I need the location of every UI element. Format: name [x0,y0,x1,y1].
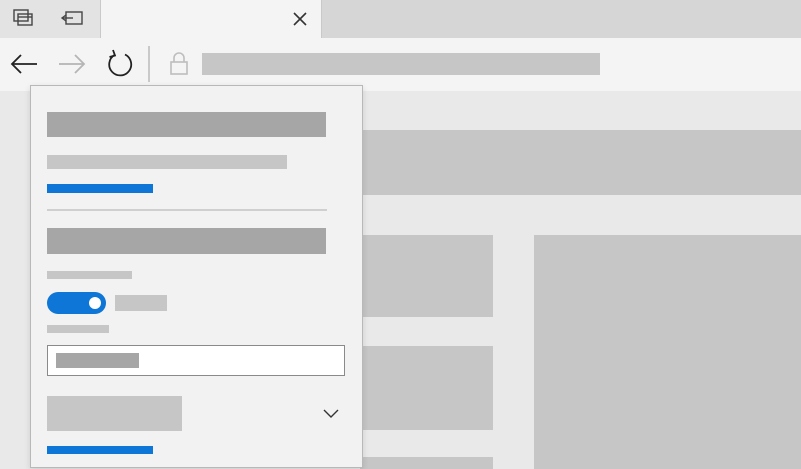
address-bar[interactable] [202,53,600,75]
toolbar-divider [148,46,150,82]
text-input[interactable] [47,345,345,376]
set-aside-tabs-icon[interactable] [60,7,84,31]
arrow-right-icon[interactable] [56,48,88,80]
content-banner-placeholder [360,130,801,195]
section-divider [47,209,327,211]
refresh-icon[interactable] [104,48,136,80]
section-heading-placeholder [47,112,326,137]
content-panel-placeholder [534,235,801,469]
description-placeholder [47,155,287,169]
link-placeholder[interactable] [47,184,153,193]
toggle-label-placeholder [47,271,132,279]
settings-flyout [30,85,363,468]
input-label-placeholder [47,325,109,333]
section-heading-placeholder [47,228,326,254]
dropdown-value-placeholder [47,396,182,431]
toggle-state-placeholder [115,295,167,311]
tab-strip-empty-area[interactable] [320,0,801,38]
lock-icon [167,51,191,77]
chevron-down-icon [321,404,341,424]
arrow-left-icon[interactable] [8,48,40,80]
input-value-placeholder [56,353,139,368]
content-card-placeholder [360,235,493,317]
close-icon[interactable] [289,8,311,30]
content-card-placeholder [360,457,493,469]
content-card-placeholder [360,346,493,430]
toggle-knob [89,297,101,309]
dropdown-select[interactable] [47,394,347,434]
tab-preview-icon[interactable] [12,7,36,31]
toggle-switch[interactable] [47,292,106,314]
link-placeholder[interactable] [47,446,153,454]
